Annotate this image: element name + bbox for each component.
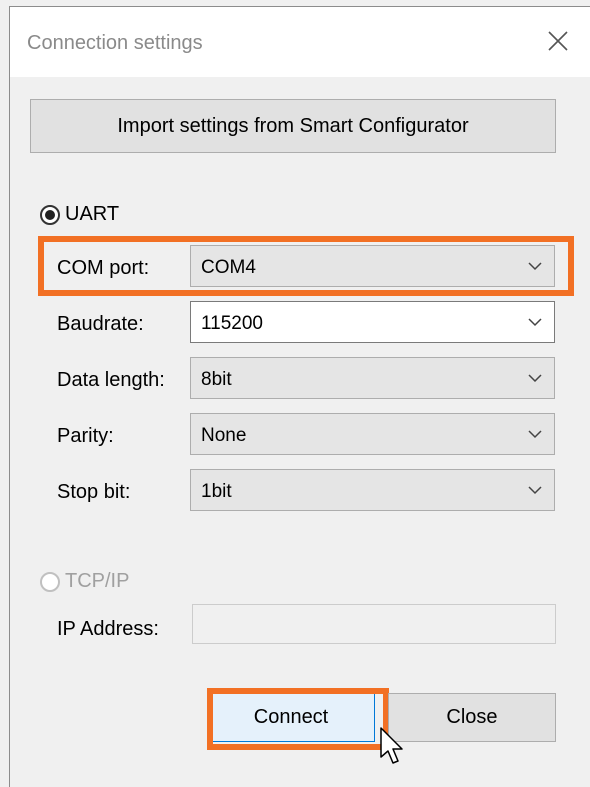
baudrate-label: Baudrate: — [57, 313, 144, 335]
uart-radio[interactable] — [40, 205, 60, 225]
uart-label: UART — [65, 203, 120, 225]
parity-value: None — [201, 425, 247, 446]
radio-selected-dot — [45, 210, 55, 220]
ip-address-label: IP Address: — [57, 618, 159, 640]
stop-bit-label: Stop bit: — [57, 481, 131, 503]
chevron-down-icon — [528, 430, 542, 439]
baudrate-combobox[interactable]: 115200 — [190, 301, 555, 343]
close-label: Close — [446, 706, 498, 728]
parity-label: Parity: — [57, 425, 114, 447]
chevron-down-icon — [528, 318, 542, 327]
import-settings-button[interactable]: Import settings from Smart Configurator — [30, 99, 556, 153]
tcpip-radio[interactable] — [40, 572, 60, 592]
close-button[interactable]: Close — [388, 693, 556, 742]
tcpip-label: TCP/IP — [65, 570, 130, 592]
stop-bit-value: 1bit — [201, 481, 232, 502]
data-length-select[interactable]: 8bit — [190, 357, 555, 399]
chevron-down-icon — [528, 374, 542, 383]
data-length-label: Data length: — [57, 369, 165, 391]
stop-bit-select[interactable]: 1bit — [190, 469, 555, 511]
com-port-highlight — [38, 236, 574, 296]
window-title: Connection settings — [27, 32, 203, 54]
baudrate-value: 115200 — [201, 313, 263, 334]
connect-highlight — [207, 688, 389, 750]
title-bar: Connection settings — [10, 7, 590, 77]
parity-select[interactable]: None — [190, 413, 555, 455]
close-icon[interactable] — [546, 29, 570, 53]
ip-address-field[interactable] — [192, 604, 556, 644]
data-length-value: 8bit — [201, 369, 232, 390]
import-settings-label: Import settings from Smart Configurator — [117, 114, 469, 137]
mouse-pointer-icon — [380, 727, 403, 764]
chevron-down-icon — [528, 486, 542, 495]
